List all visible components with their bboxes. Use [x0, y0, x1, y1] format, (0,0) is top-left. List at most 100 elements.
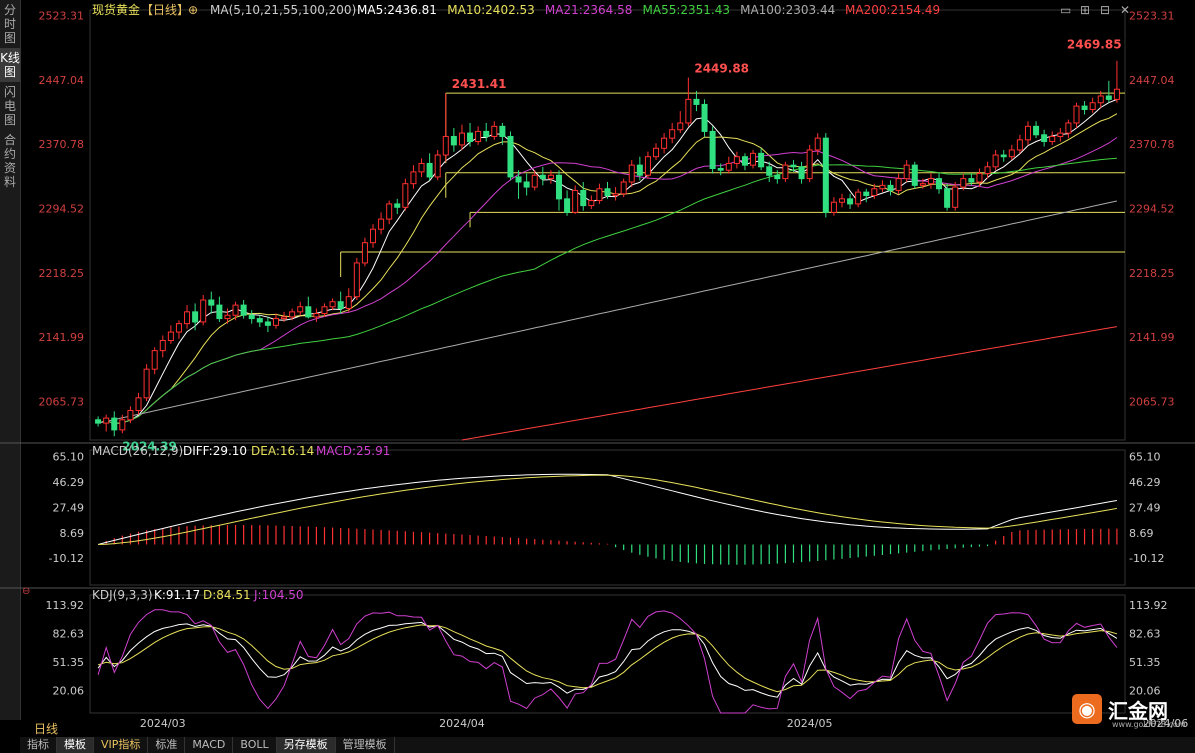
window-control-icon: ✕: [1120, 3, 1130, 17]
tab-vip-indicators[interactable]: VIP指标: [94, 737, 149, 753]
candle-body: [305, 306, 312, 318]
candle-body: [717, 168, 724, 171]
ma-value-label: MA100:2303.44: [740, 3, 835, 17]
candle-body: [1105, 95, 1112, 100]
kdj-j-line: [97, 609, 1118, 714]
y-tick-right: 2447.04: [1129, 74, 1175, 87]
candle-body: [709, 130, 716, 170]
candle-body: [903, 164, 910, 180]
y-tick-left: 2447.04: [39, 74, 85, 87]
candle-body: [701, 103, 708, 132]
macd-y-tick-right: 46.29: [1129, 476, 1161, 489]
tab-boll[interactable]: BOLL: [233, 737, 277, 753]
candle-body: [103, 417, 110, 424]
candle-body: [313, 313, 320, 318]
macd-y-tick-left: 8.69: [60, 527, 85, 540]
candle-body: [426, 162, 433, 178]
kdj-y-tick-left: 82.63: [53, 627, 85, 640]
candle-body: [394, 203, 401, 208]
kdj-marker-icon: ⊖: [22, 586, 30, 597]
candle-body: [547, 174, 554, 180]
candle-body: [151, 350, 158, 370]
candle-body: [410, 171, 417, 185]
ma200-line: [461, 326, 1117, 441]
candle-body: [798, 166, 805, 180]
tab-save-template[interactable]: 另存模板: [276, 737, 336, 753]
candle-body: [952, 186, 959, 208]
candle-body: [838, 198, 845, 203]
candle-body: [232, 304, 239, 316]
macd-title: MACD(26,12,9): [92, 444, 183, 458]
period-label[interactable]: 日线: [34, 720, 58, 737]
candle-body: [644, 156, 651, 176]
candle-body: [628, 164, 635, 183]
candle-body: [564, 198, 571, 213]
price-annotation: 2469.85: [1067, 38, 1122, 52]
candle-body: [264, 321, 271, 326]
logo-url: www.gold678.com: [1112, 720, 1186, 729]
tab-manage-template[interactable]: 管理模板: [336, 737, 395, 753]
candle-body: [879, 184, 886, 190]
candle-body: [588, 200, 595, 207]
y-tick-left: 2065.73: [39, 395, 85, 408]
tab-standard[interactable]: 标准: [148, 737, 186, 753]
candle-body: [555, 174, 562, 200]
y-tick-left: 2523.31: [39, 10, 85, 23]
candle-body: [248, 314, 255, 320]
macd-diff-line: [97, 473, 1117, 545]
candle-body: [345, 296, 352, 309]
candle-body: [1024, 125, 1031, 141]
ma5-line: [97, 98, 1118, 425]
candle-body: [830, 201, 837, 213]
tab-indicators[interactable]: 指标: [20, 737, 57, 753]
candle-body: [1057, 132, 1064, 137]
candle-body: [184, 311, 191, 325]
candle-body: [159, 340, 166, 352]
candle-body: [289, 311, 296, 318]
candle-body: [321, 306, 328, 315]
candle-body: [620, 181, 627, 195]
candle-body: [167, 331, 174, 342]
kdj-k-line: [97, 621, 1118, 698]
ma-value-label: MA200:2154.49: [845, 3, 940, 17]
candle-body: [653, 147, 660, 158]
candle-body: [361, 242, 368, 264]
kdj-y-tick-left: 20.06: [53, 684, 85, 697]
x-tick-label: 2024/04: [439, 717, 485, 730]
candle-body: [467, 132, 474, 143]
chart-area[interactable]: 2523.31 2523.31 2447.04 2447.04 2370.78 2370.…: [0, 0, 1195, 737]
candle-body: [458, 132, 465, 146]
candle-body: [895, 178, 902, 191]
kdj-y-tick-right: 51.35: [1129, 656, 1161, 669]
kdj-y-tick-left: 113.92: [46, 599, 85, 612]
candle-body: [1089, 102, 1096, 110]
macd-y-tick-left: 46.29: [53, 476, 85, 489]
kdj-y-tick-right: 82.63: [1129, 627, 1161, 640]
candle-body: [329, 301, 336, 308]
candle-body: [281, 316, 288, 320]
macd-diff-label: DIFF:29.10: [183, 444, 247, 458]
candle-body: [256, 318, 263, 323]
tab-templates[interactable]: 模板: [57, 737, 94, 753]
candle-body: [863, 191, 870, 196]
candle-body: [911, 164, 918, 186]
x-tick-label: 2024/05: [787, 717, 833, 730]
macd-y-tick-right: 8.69: [1129, 527, 1154, 540]
y-tick-left: 2294.52: [39, 203, 85, 216]
candle-body: [871, 188, 878, 196]
candle-body: [216, 304, 223, 320]
window-control-icon: ▭: [1060, 3, 1071, 17]
candle-body: [887, 184, 894, 191]
tab-macd[interactable]: MACD: [185, 737, 234, 753]
macd-y-tick-right: 27.49: [1129, 501, 1161, 514]
ma10-line: [97, 113, 1118, 425]
symbol-title: 现货黄金: [92, 2, 140, 17]
candle-body: [434, 154, 441, 178]
candle-body: [806, 149, 813, 180]
candle-body: [919, 183, 926, 186]
candle-body: [976, 173, 983, 183]
candle-body: [1016, 139, 1023, 151]
y-tick-right: 2065.73: [1129, 395, 1175, 408]
candle-body: [968, 178, 975, 183]
kdj-k-label: K:91.17: [154, 588, 200, 602]
